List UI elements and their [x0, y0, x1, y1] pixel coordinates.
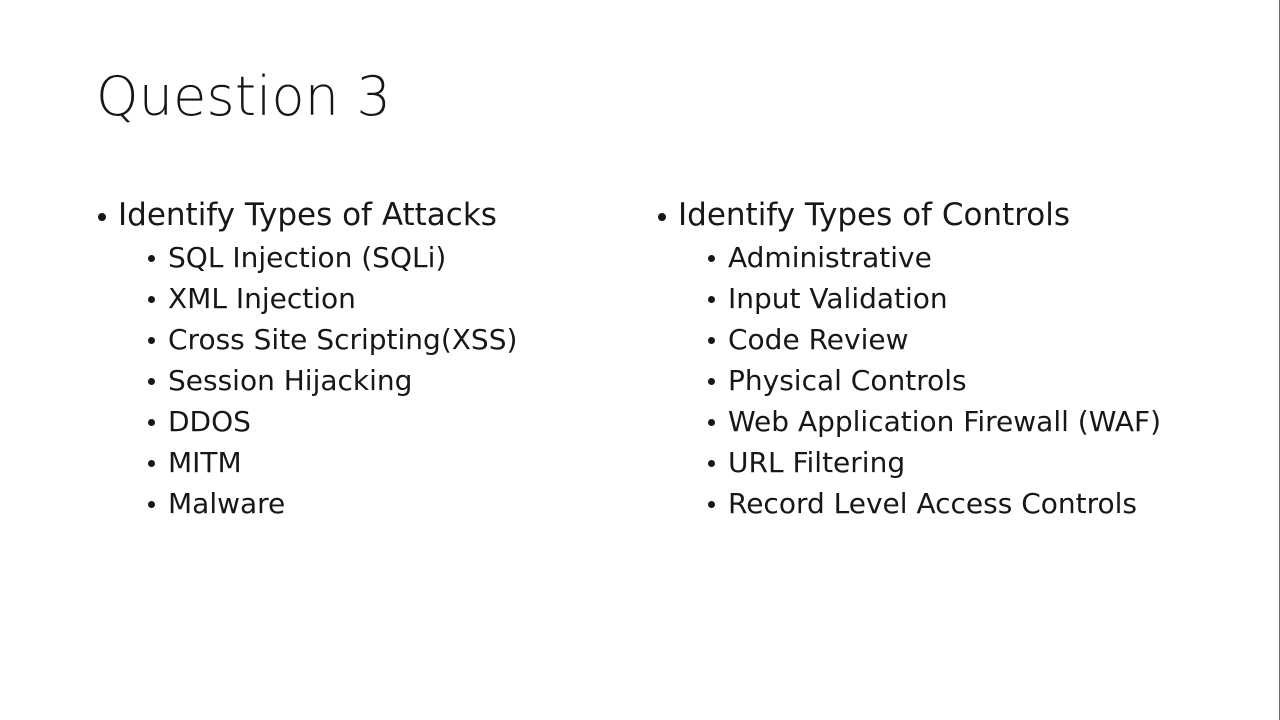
list-item: MITM — [96, 442, 636, 483]
list-item-label: Administrative — [728, 241, 932, 274]
sub-list-container-controls: Administrative Input Validation Code Rev… — [656, 237, 1256, 524]
list-item: SQL Injection (SQLi) — [96, 237, 636, 278]
list-item-label: Cross Site Scripting(XSS) — [168, 323, 518, 356]
bullet-dot-icon — [708, 296, 715, 303]
list-item: Administrative — [656, 237, 1256, 278]
column-attacks: Identify Types of Attacks SQL Injection … — [96, 194, 636, 524]
bullet-dot-icon — [708, 501, 715, 508]
list-item-label: Physical Controls — [728, 364, 967, 397]
list-heading-label: Identify Types of Attacks — [118, 197, 497, 233]
list-item: URL Filtering — [656, 442, 1256, 483]
bullet-dot-icon — [658, 213, 666, 221]
list-item-label: MITM — [168, 446, 242, 479]
sub-list-container-attacks: SQL Injection (SQLi) XML Injection Cross… — [96, 237, 636, 524]
bullet-dot-icon — [148, 501, 155, 508]
bullet-dot-icon — [148, 419, 155, 426]
list-item-label: SQL Injection (SQLi) — [168, 241, 447, 274]
list-item: Record Level Access Controls — [656, 483, 1256, 524]
list-item: Web Application Firewall (WAF) — [656, 401, 1256, 442]
list-item-label: Malware — [168, 487, 286, 520]
column-controls: Identify Types of Controls Administrativ… — [656, 194, 1256, 524]
bullet-dot-icon — [148, 460, 155, 467]
slide-canvas: Question 3 Identify Types of Attacks SQL… — [0, 0, 1280, 720]
bullet-list-attacks: Identify Types of Attacks SQL Injection … — [96, 194, 636, 524]
list-item: Code Review — [656, 319, 1256, 360]
page-title: Question 3 — [96, 65, 392, 128]
bullet-dot-icon — [708, 337, 715, 344]
bullet-dot-icon — [98, 213, 106, 221]
bullet-dot-icon — [148, 337, 155, 344]
list-heading-attacks: Identify Types of Attacks — [96, 194, 636, 237]
bullet-list-controls: Identify Types of Controls Administrativ… — [656, 194, 1256, 524]
list-item: Physical Controls — [656, 360, 1256, 401]
list-heading-controls: Identify Types of Controls — [656, 194, 1256, 237]
bullet-dot-icon — [148, 378, 155, 385]
list-item-label: Web Application Firewall (WAF) — [728, 405, 1162, 438]
list-item: Malware — [96, 483, 636, 524]
list-item: Session Hijacking — [96, 360, 636, 401]
sub-list-attacks: SQL Injection (SQLi) XML Injection Cross… — [96, 237, 636, 524]
list-item-label: URL Filtering — [728, 446, 906, 479]
list-item-label: XML Injection — [168, 282, 356, 315]
list-item-label: Session Hijacking — [168, 364, 413, 397]
list-item-label: Input Validation — [728, 282, 948, 315]
list-item-label: DDOS — [168, 405, 251, 438]
bullet-dot-icon — [708, 255, 715, 262]
list-item-label: Record Level Access Controls — [728, 487, 1138, 520]
sub-list-controls: Administrative Input Validation Code Rev… — [656, 237, 1256, 524]
list-item: Input Validation — [656, 278, 1256, 319]
list-item: Cross Site Scripting(XSS) — [96, 319, 636, 360]
bullet-dot-icon — [148, 296, 155, 303]
bullet-dot-icon — [708, 419, 715, 426]
list-item: XML Injection — [96, 278, 636, 319]
list-item: DDOS — [96, 401, 636, 442]
list-item-label: Code Review — [728, 323, 909, 356]
bullet-dot-icon — [148, 255, 155, 262]
bullet-dot-icon — [708, 378, 715, 385]
list-heading-label: Identify Types of Controls — [678, 197, 1071, 233]
bullet-dot-icon — [708, 460, 715, 467]
